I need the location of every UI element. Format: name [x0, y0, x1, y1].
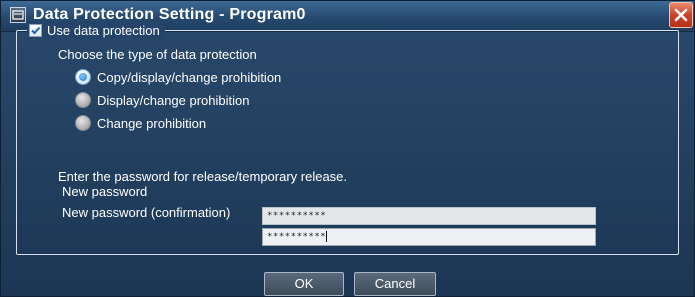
- radio-button-selected[interactable]: [75, 69, 91, 85]
- radio-label: Display/change prohibition: [97, 92, 250, 108]
- confirm-password-value: **********: [267, 232, 327, 242]
- ok-button[interactable]: OK: [264, 272, 344, 296]
- dialog-window: Data Protection Setting - Program0 Use d…: [0, 0, 695, 297]
- password-instruction: Enter the password for release/temporary…: [58, 169, 348, 184]
- use-data-protection-checkbox[interactable]: Use data protection: [27, 21, 165, 39]
- checkbox-box[interactable]: [29, 23, 42, 37]
- dialog-app-icon: [10, 7, 26, 23]
- use-data-protection-label: Use data protection: [47, 22, 160, 38]
- radio-copy-display-change[interactable]: Copy/display/change prohibition: [75, 69, 281, 85]
- radio-button[interactable]: [75, 92, 91, 108]
- radio-change[interactable]: Change prohibition: [75, 115, 206, 131]
- cancel-button[interactable]: Cancel: [354, 272, 436, 296]
- close-button[interactable]: [669, 2, 693, 28]
- new-password-value: **********: [267, 211, 327, 221]
- confirm-password-label: New password (confirmation): [62, 205, 231, 220]
- new-password-label: New password: [62, 184, 148, 199]
- new-password-field[interactable]: **********: [262, 207, 596, 225]
- radio-label: Change prohibition: [97, 115, 207, 131]
- protection-type-heading: Choose the type of data protection: [58, 47, 257, 62]
- radio-label: Copy/display/change prohibition: [97, 69, 282, 85]
- text-caret: [326, 231, 328, 242]
- confirm-password-field[interactable]: **********: [262, 228, 596, 246]
- close-icon: [674, 8, 688, 22]
- radio-display-change[interactable]: Display/change prohibition: [75, 92, 249, 108]
- radio-button[interactable]: [75, 115, 91, 131]
- checkmark-icon: [31, 26, 41, 34]
